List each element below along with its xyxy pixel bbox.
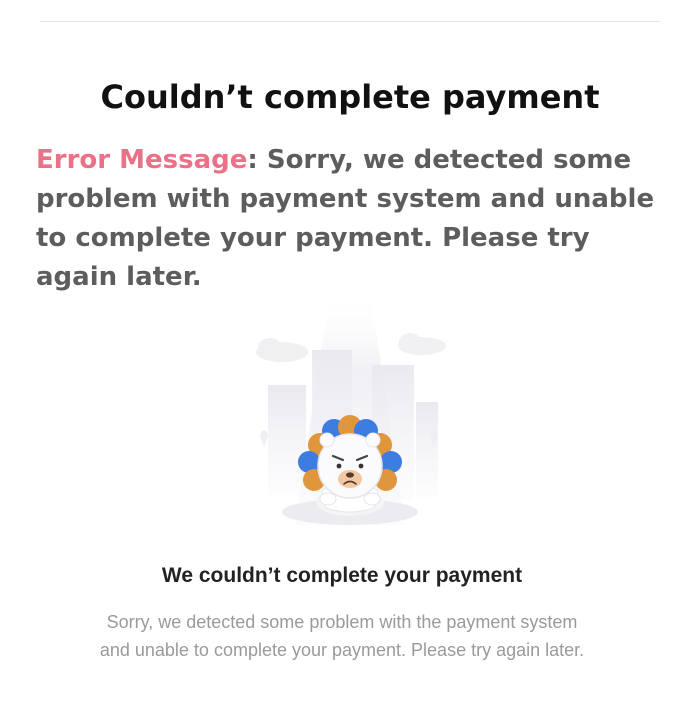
dialog-body: Sorry, we detected some problem with the… [99,612,585,660]
error-message: Error Message: Sorry, we detected some p… [36,141,656,297]
sad-bear-icon [256,290,446,525]
error-separator: : [247,145,267,175]
error-label: Error Message [36,145,248,175]
top-divider [40,21,660,22]
sad-bear-illustration [240,290,460,530]
page-title: Couldn’t complete payment [100,78,600,116]
dialog-heading: We couldn’t complete your payment [161,564,523,587]
